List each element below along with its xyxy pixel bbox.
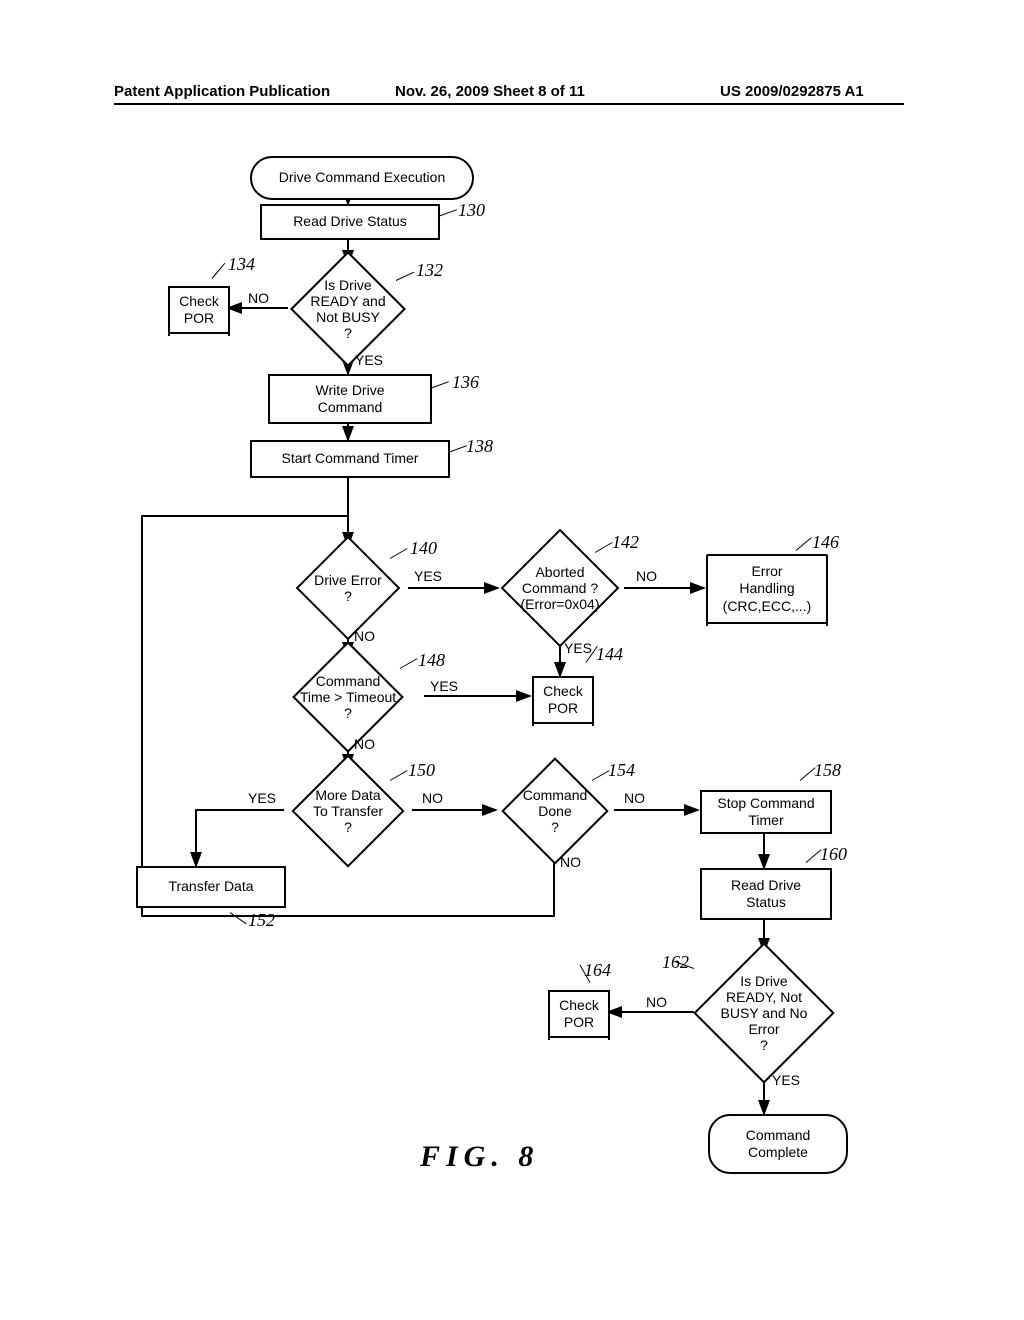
node-146-legs xyxy=(706,620,828,626)
no-132: NO xyxy=(248,290,269,306)
yes-148: YES xyxy=(430,678,458,694)
ref-140: 140 xyxy=(410,538,437,559)
ref-144: 144 xyxy=(596,644,623,665)
header-right: US 2009/0292875 A1 xyxy=(720,83,864,100)
node-end-l1: Command xyxy=(746,1127,811,1145)
node-150: More Data To Transfer ? xyxy=(282,766,414,856)
no-162: NO xyxy=(646,994,667,1010)
node-146: Error Handling (CRC,ECC,...) xyxy=(706,554,828,624)
node-134: Check POR xyxy=(168,286,230,334)
ref-154: 154 xyxy=(608,760,635,781)
tick-130 xyxy=(438,209,457,217)
tick-134 xyxy=(212,263,226,279)
ref-150: 150 xyxy=(408,760,435,781)
yes-162: YES xyxy=(772,1072,800,1088)
header-rule xyxy=(114,103,904,105)
ref-136: 136 xyxy=(452,372,479,393)
header-mid: Nov. 26, 2009 Sheet 8 of 11 xyxy=(395,83,585,100)
node-138-label: Start Command Timer xyxy=(282,450,419,468)
node-160: Read Drive Status xyxy=(700,868,832,920)
node-158: Stop Command Timer xyxy=(700,790,832,834)
node-start: Drive Command Execution xyxy=(250,156,474,200)
node-144-l1: Check xyxy=(543,683,583,701)
node-136-l1: Write Drive xyxy=(316,382,385,400)
yes-140: YES xyxy=(414,568,442,584)
node-134-legs xyxy=(168,330,230,336)
flowchart-figure-8: Drive Command Execution Read Drive Statu… xyxy=(100,140,920,1260)
ref-134: 134 xyxy=(228,254,255,275)
yes-142: YES xyxy=(564,640,592,656)
node-132: Is Drive READY and Not BUSY ? xyxy=(288,264,408,354)
node-164-legs xyxy=(548,1034,610,1040)
ref-142: 142 xyxy=(612,532,639,553)
node-end: Command Complete xyxy=(708,1114,848,1174)
tick-136 xyxy=(430,381,449,389)
node-134-l2: POR xyxy=(184,310,214,328)
ref-132: 132 xyxy=(416,260,443,281)
header-left: Patent Application Publication xyxy=(114,83,330,100)
node-164: Check POR xyxy=(548,990,610,1038)
no-154-down: NO xyxy=(560,854,581,870)
ref-152: 152 xyxy=(248,910,275,931)
node-144-legs xyxy=(532,720,594,726)
node-134-l1: Check xyxy=(179,293,219,311)
ref-158: 158 xyxy=(814,760,841,781)
no-148: NO xyxy=(354,736,375,752)
node-162: Is Drive READY, Not BUSY and No Error ? xyxy=(692,950,836,1076)
node-160-l1: Read Drive xyxy=(731,877,801,895)
node-136: Write Drive Command xyxy=(268,374,432,424)
node-138: Start Command Timer xyxy=(250,440,450,478)
node-130-label: Read Drive Status xyxy=(293,213,407,231)
ref-146: 146 xyxy=(812,532,839,553)
node-144: Check POR xyxy=(532,676,594,724)
node-164-l1: Check xyxy=(559,997,599,1015)
tick-146 xyxy=(796,537,812,551)
node-160-l2: Status xyxy=(746,894,786,912)
node-164-l2: POR xyxy=(564,1014,594,1032)
node-146-l2: Handling xyxy=(739,580,794,598)
node-154: Command Done ? xyxy=(496,766,614,856)
yes-132: YES xyxy=(355,352,383,368)
ref-160: 160 xyxy=(820,844,847,865)
no-154-right: NO xyxy=(624,790,645,806)
node-136-l2: Command xyxy=(318,399,383,417)
node-144-l2: POR xyxy=(548,700,578,718)
node-146-l1: Error xyxy=(751,563,782,581)
node-130: Read Drive Status xyxy=(260,204,440,240)
no-150: NO xyxy=(422,790,443,806)
ref-130: 130 xyxy=(458,200,485,221)
node-142: Aborted Command ? (Error=0x04) xyxy=(496,538,624,638)
no-142: NO xyxy=(636,568,657,584)
ref-148: 148 xyxy=(418,650,445,671)
tick-152 xyxy=(230,912,247,924)
figure-label: FIG. 8 xyxy=(420,1140,539,1174)
node-152-label: Transfer Data xyxy=(168,878,253,896)
node-end-l2: Complete xyxy=(748,1144,808,1162)
yes-150: YES xyxy=(248,790,276,806)
node-start-label: Drive Command Execution xyxy=(279,169,446,187)
node-146-l3: (CRC,ECC,...) xyxy=(723,598,812,616)
node-158-l2: Timer xyxy=(748,812,783,830)
ref-138: 138 xyxy=(466,436,493,457)
node-152: Transfer Data xyxy=(136,866,286,908)
no-140: NO xyxy=(354,628,375,644)
tick-138 xyxy=(448,445,467,453)
node-158-l1: Stop Command xyxy=(717,795,814,813)
